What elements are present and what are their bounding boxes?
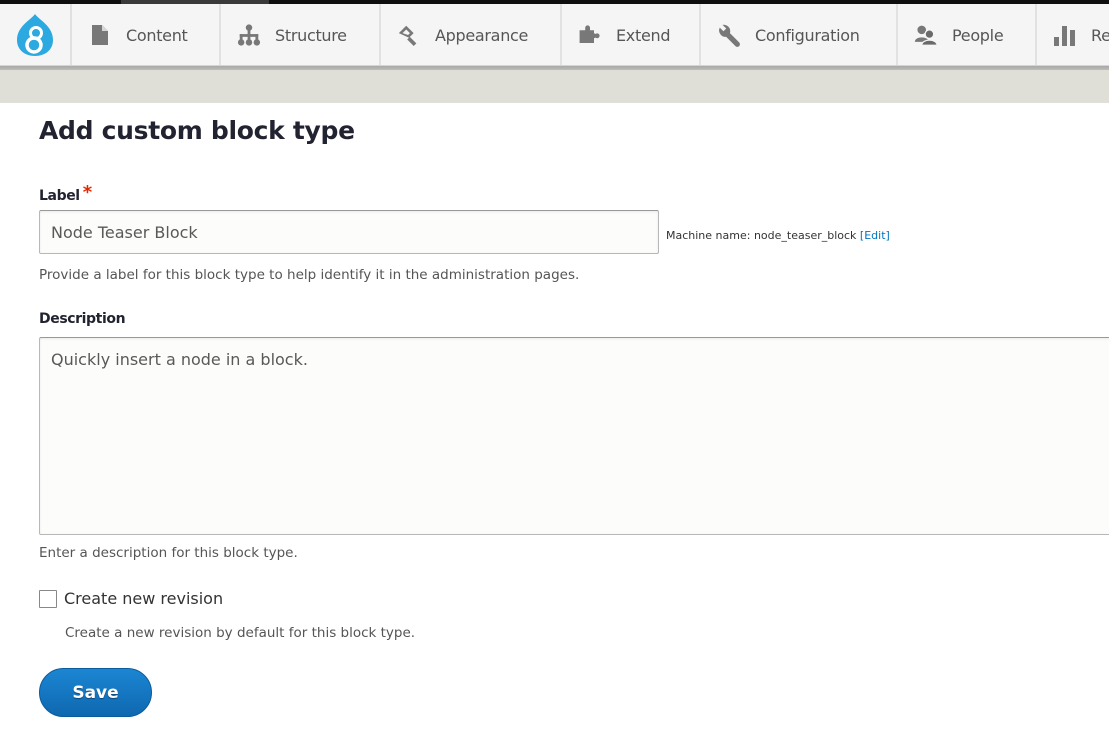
revision-checkbox-row: Create new revision bbox=[39, 589, 223, 608]
create-revision-checkbox[interactable] bbox=[39, 589, 57, 608]
description-textarea[interactable]: Quickly insert a node in a block. bbox=[39, 337, 1109, 535]
description-field-label: Description bbox=[39, 311, 126, 327]
toolbar-item-configuration[interactable]: Configuration bbox=[701, 4, 898, 65]
drupal-logo[interactable] bbox=[0, 4, 72, 65]
toolbar-item-reports[interactable]: Reports bbox=[1037, 4, 1109, 65]
toolbar-item-label: Reports bbox=[1091, 25, 1109, 45]
toolbar-item-label: Content bbox=[126, 25, 188, 45]
people-icon bbox=[914, 23, 938, 47]
create-revision-label[interactable]: Create new revision bbox=[64, 589, 223, 608]
revision-help-text: Create a new revision by default for thi… bbox=[65, 625, 416, 641]
machine-name: Machine name: node_teaser_block [Edit] bbox=[666, 229, 890, 242]
description-help-text: Enter a description for this block type. bbox=[39, 545, 298, 561]
label-help-text: Provide a label for this block type to h… bbox=[39, 267, 580, 283]
toolbar-item-label: Configuration bbox=[755, 25, 860, 45]
breadcrumb-band bbox=[0, 70, 1109, 103]
label-field-label-text: Label bbox=[39, 188, 80, 204]
sitemap-icon bbox=[237, 23, 261, 47]
wrench-icon bbox=[717, 23, 741, 47]
toolbar-item-label: Appearance bbox=[435, 25, 529, 45]
toolbar-item-people[interactable]: People bbox=[898, 4, 1037, 65]
admin-toolbar: Content Structure Appearance Extend Conf… bbox=[0, 4, 1109, 66]
toolbar-item-structure[interactable]: Structure bbox=[221, 4, 381, 65]
paintbrush-icon bbox=[397, 23, 421, 47]
page-title: Add custom block type bbox=[39, 116, 355, 145]
label-field-label: Label * bbox=[39, 182, 92, 205]
toolbar-item-label: Extend bbox=[616, 25, 671, 45]
label-input[interactable] bbox=[39, 210, 659, 254]
required-marker: * bbox=[82, 182, 92, 203]
page-icon bbox=[88, 23, 112, 47]
puzzle-icon bbox=[578, 23, 602, 47]
machine-name-text: Machine name: node_teaser_block bbox=[666, 229, 857, 242]
bar-chart-icon bbox=[1053, 23, 1077, 47]
drupal-8-logo-icon bbox=[17, 14, 53, 56]
save-button[interactable]: Save bbox=[39, 668, 152, 717]
machine-name-edit-link[interactable]: [Edit] bbox=[860, 229, 890, 242]
toolbar-item-label: People bbox=[952, 25, 1004, 45]
toolbar-item-label: Structure bbox=[275, 25, 347, 45]
toolbar-item-appearance[interactable]: Appearance bbox=[381, 4, 562, 65]
toolbar-item-extend[interactable]: Extend bbox=[562, 4, 701, 65]
toolbar-item-content[interactable]: Content bbox=[72, 4, 221, 65]
